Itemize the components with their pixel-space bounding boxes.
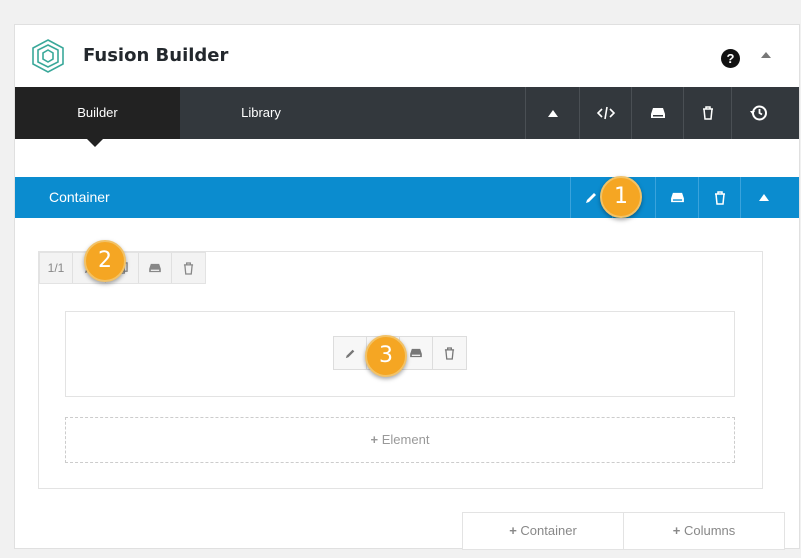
toggle-container-button[interactable] — [740, 177, 786, 218]
trash-icon — [702, 106, 713, 120]
pencil-icon — [586, 193, 596, 203]
tab-builder[interactable]: Builder — [15, 87, 180, 147]
drive-icon — [650, 108, 665, 118]
page-title: Fusion Builder — [83, 45, 229, 66]
edit-element-button[interactable] — [334, 337, 367, 369]
history-icon — [750, 105, 767, 121]
trash-icon — [183, 261, 194, 275]
add-container-button[interactable]: + Container — [462, 512, 624, 550]
trash-icon — [714, 190, 725, 205]
container-label: Container — [49, 189, 110, 205]
delete-column-button[interactable] — [172, 253, 205, 283]
tab-library[interactable]: Library — [180, 87, 342, 139]
add-container-label: Container — [520, 523, 577, 538]
history-button[interactable] — [731, 87, 786, 139]
add-element-label: Element — [381, 432, 430, 447]
caret-up-icon — [758, 194, 769, 201]
plus-icon: + — [672, 523, 684, 538]
delete-all-button[interactable] — [683, 87, 731, 139]
caret-up-icon — [547, 109, 558, 117]
plus-icon: + — [370, 432, 382, 447]
pencil-icon — [345, 349, 354, 358]
panel-header: Fusion Builder ? — [15, 25, 799, 87]
save-button[interactable] — [631, 87, 683, 139]
trash-icon — [444, 346, 455, 360]
plus-icon: + — [509, 523, 521, 538]
step-badge-1: 1 — [600, 176, 642, 218]
drive-icon — [149, 263, 161, 273]
collapse-all-button[interactable] — [525, 87, 579, 139]
delete-element-button[interactable] — [433, 337, 466, 369]
drive-icon — [670, 192, 684, 203]
column-size-label[interactable]: 1/1 — [40, 253, 73, 283]
save-container-button[interactable] — [655, 177, 698, 218]
fusion-builder-panel: Fusion Builder ? Builder Library Contain… — [14, 24, 800, 550]
step-badge-2: 2 — [84, 240, 126, 282]
step-badge-3: 3 — [365, 335, 407, 377]
delete-container-button[interactable] — [698, 177, 740, 218]
builder-toolbar: Builder Library — [15, 87, 799, 147]
code-icon — [596, 106, 615, 120]
save-column-button[interactable] — [139, 253, 172, 283]
add-element-button[interactable]: + Element — [65, 417, 735, 463]
code-view-button[interactable] — [579, 87, 631, 139]
fusion-logo-icon — [32, 39, 64, 73]
drive-icon — [410, 348, 422, 358]
container-header[interactable]: Container — [15, 177, 799, 218]
collapse-panel-icon[interactable] — [761, 52, 771, 58]
help-icon[interactable]: ? — [721, 49, 740, 68]
add-columns-button[interactable]: + Columns — [623, 512, 785, 550]
add-columns-label: Columns — [683, 523, 736, 538]
